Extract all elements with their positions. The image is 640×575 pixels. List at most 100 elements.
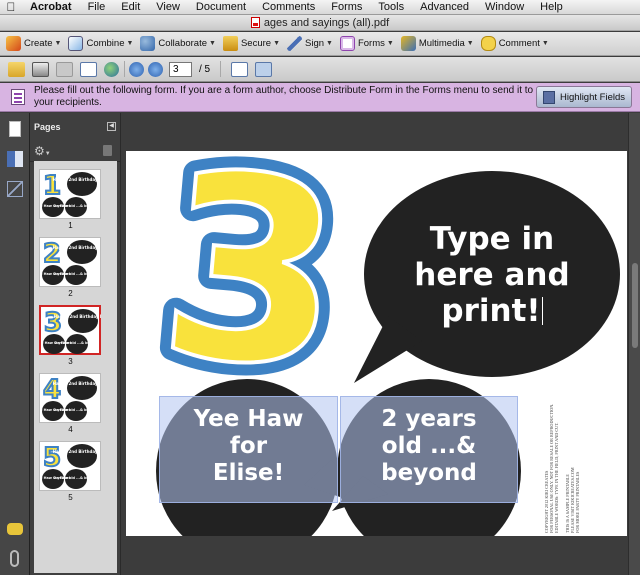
menu-forms[interactable]: Forms (323, 1, 370, 13)
combine-button[interactable]: Combine ▼ (68, 36, 133, 51)
create-button[interactable]: Create ▼ (6, 36, 61, 51)
vertical-scrollbar[interactable] (628, 113, 640, 575)
full-screen-icon[interactable] (255, 61, 273, 77)
globe-icon[interactable] (104, 61, 119, 77)
pen-icon (287, 36, 302, 51)
highlight-fields-icon (543, 90, 556, 104)
field-right-line-1: 2 years (381, 406, 477, 432)
document-view[interactable]: 3 3 Type in here and print! Yee Haw for … (122, 113, 640, 575)
collaborate-button[interactable]: Collaborate ▼ (140, 36, 216, 51)
apple-menu-icon[interactable]:  (0, 0, 22, 14)
form-message-bar: Please fill out the following form. If y… (0, 83, 640, 112)
thumb-headline: Happy 2nd Birthday Elise! (54, 314, 101, 319)
pages-panel-icon[interactable] (9, 121, 21, 137)
thumb-bubble-top (67, 172, 97, 196)
page-thumbnails-list[interactable]: 1Happy 2nd Birthday Elise!Yee Haw for El… (34, 161, 117, 573)
panel-collapse-icon[interactable]: ◀ (107, 122, 116, 131)
copyright-line: FOR MORE PARTY PRINTABLES (575, 471, 581, 533)
trash-icon[interactable] (103, 145, 112, 156)
comment-button[interactable]: Comment ▼ (480, 36, 549, 51)
secure-button[interactable]: Secure ▼ (222, 36, 280, 51)
pages-panel-tools: ⚙▼ (30, 140, 120, 162)
navigation-toolbar: / 5 (0, 57, 640, 82)
menu-tools[interactable]: Tools (370, 1, 412, 13)
thumbnail-page-number: 3 (68, 357, 73, 366)
fit-page-icon[interactable] (231, 61, 249, 77)
thumb-right-text: 2 years old ...& beyond (54, 272, 99, 276)
menu-file[interactable]: File (80, 1, 114, 13)
thumb-digit: 3 (44, 308, 62, 338)
page-thumbnail[interactable]: 5Happy 2nd Birthday Elise!Yee Haw for El… (35, 441, 111, 491)
thumbnail-artwork: 2Happy 2nd Birthday Elise!Yee Haw for El… (35, 238, 111, 285)
pages-panel-title: Pages (34, 121, 61, 132)
create-label: Create (24, 38, 53, 49)
chevron-down-icon: ▼ (209, 40, 216, 47)
page-thumbnail[interactable]: 1Happy 2nd Birthday Elise!Yee Haw for El… (35, 169, 111, 219)
multimedia-button[interactable]: Multimedia ▼ (400, 36, 474, 51)
combine-label: Combine (86, 38, 125, 49)
forms-button[interactable]: Forms ▼ (339, 36, 394, 51)
menu-window[interactable]: Window (477, 1, 532, 13)
menu-comments[interactable]: Comments (254, 1, 323, 13)
bookmarks-icon[interactable] (7, 151, 23, 167)
comment-bubble-icon (480, 36, 496, 51)
page-number-input[interactable] (169, 61, 192, 77)
email-icon[interactable] (80, 61, 97, 77)
collaborate-label: Collaborate (158, 38, 208, 49)
sign-label: Sign (305, 38, 325, 49)
thumb-headline: Happy 2nd Birthday Elise! (53, 245, 100, 250)
page-thumbnail[interactable]: 2Happy 2nd Birthday Elise!Yee Haw for El… (35, 237, 111, 287)
pdf-page: 3 3 Type in here and print! Yee Haw for … (126, 151, 627, 536)
menu-advanced[interactable]: Advanced (412, 1, 477, 13)
menu-edit[interactable]: Edit (113, 1, 148, 13)
main-bubble-line-3: print! (394, 293, 590, 329)
menu-view[interactable]: View (148, 1, 188, 13)
pages-panel: Pages ◀ ⚙▼ 1Happy 2nd Birthday Elise!Yee… (30, 113, 121, 575)
thumb-digit: 2 (43, 239, 61, 269)
main-bubble-line-1: Type in (429, 221, 555, 257)
field-left-line-2: for (229, 433, 268, 459)
thumb-right-text: 2 years old ...& beyond (54, 204, 99, 208)
copyright-text: COPYRIGHT 2012 KIKI CREATES FOR PERSONAL… (544, 383, 580, 533)
thumb-right-text: 2 years old ...& beyond (54, 476, 99, 480)
form-field-left-text: Yee Haw for Elise! (160, 406, 337, 487)
attachments-paperclip-icon[interactable] (10, 550, 19, 567)
combine-files-icon (68, 36, 84, 51)
open-folder-icon[interactable] (8, 61, 25, 77)
pdf-document-icon (250, 17, 260, 28)
thumbnail-page-number: 4 (68, 425, 73, 434)
menu-help[interactable]: Help (532, 1, 571, 13)
menu-document[interactable]: Document (188, 1, 254, 13)
form-field-left[interactable]: Yee Haw for Elise! (159, 396, 338, 503)
highlight-fields-button[interactable]: Highlight Fields (536, 86, 632, 108)
save-disk-icon[interactable] (56, 61, 73, 77)
thumbnail-page-number: 1 (68, 221, 73, 230)
options-gear-icon[interactable]: ⚙▼ (34, 144, 51, 158)
thumb-right-text: 2 years old ...& beyond (55, 341, 100, 345)
comment-label: Comment (498, 38, 540, 49)
signatures-icon[interactable] (7, 181, 23, 197)
previous-page-arrow-icon[interactable] (129, 61, 144, 77)
highlight-fields-label: Highlight Fields (560, 91, 625, 103)
thumb-digit: 4 (43, 375, 61, 405)
thumbnail-artwork: 4Happy 2nd Birthday Elise!Yee Haw for El… (35, 374, 111, 421)
chevron-down-icon: ▼ (126, 40, 134, 47)
scrollbar-thumb[interactable] (632, 263, 638, 348)
sign-button[interactable]: Sign ▼ (287, 36, 333, 51)
main-bubble-text[interactable]: Type in here and print! (394, 221, 590, 329)
page-total-label: / 5 (199, 63, 211, 75)
toolbar-separator (124, 61, 125, 77)
form-field-right[interactable]: 2 years old ...& beyond (340, 396, 518, 503)
next-page-arrow-icon[interactable] (148, 61, 163, 77)
thumbnail-artwork: 3Happy 2nd Birthday Elise!Yee Haw for El… (36, 307, 112, 354)
page-thumbnail[interactable]: 3Happy 2nd Birthday Elise!Yee Haw for El… (36, 305, 112, 355)
tasks-toolbar: Create ▼ Combine ▼ Collaborate ▼ Secure ▼ Si… (0, 32, 640, 56)
print-icon[interactable] (32, 61, 49, 77)
menu-acrobat[interactable]: Acrobat (22, 1, 80, 13)
thumbnail-artwork: 1Happy 2nd Birthday Elise!Yee Haw for El… (35, 170, 111, 217)
page-thumbnail[interactable]: 4Happy 2nd Birthday Elise!Yee Haw for El… (35, 373, 111, 423)
comments-panel-icon[interactable] (7, 523, 23, 535)
form-field-right-text: 2 years old ...& beyond (341, 406, 517, 487)
secure-label: Secure (240, 38, 272, 49)
toolbar-separator (220, 61, 222, 77)
